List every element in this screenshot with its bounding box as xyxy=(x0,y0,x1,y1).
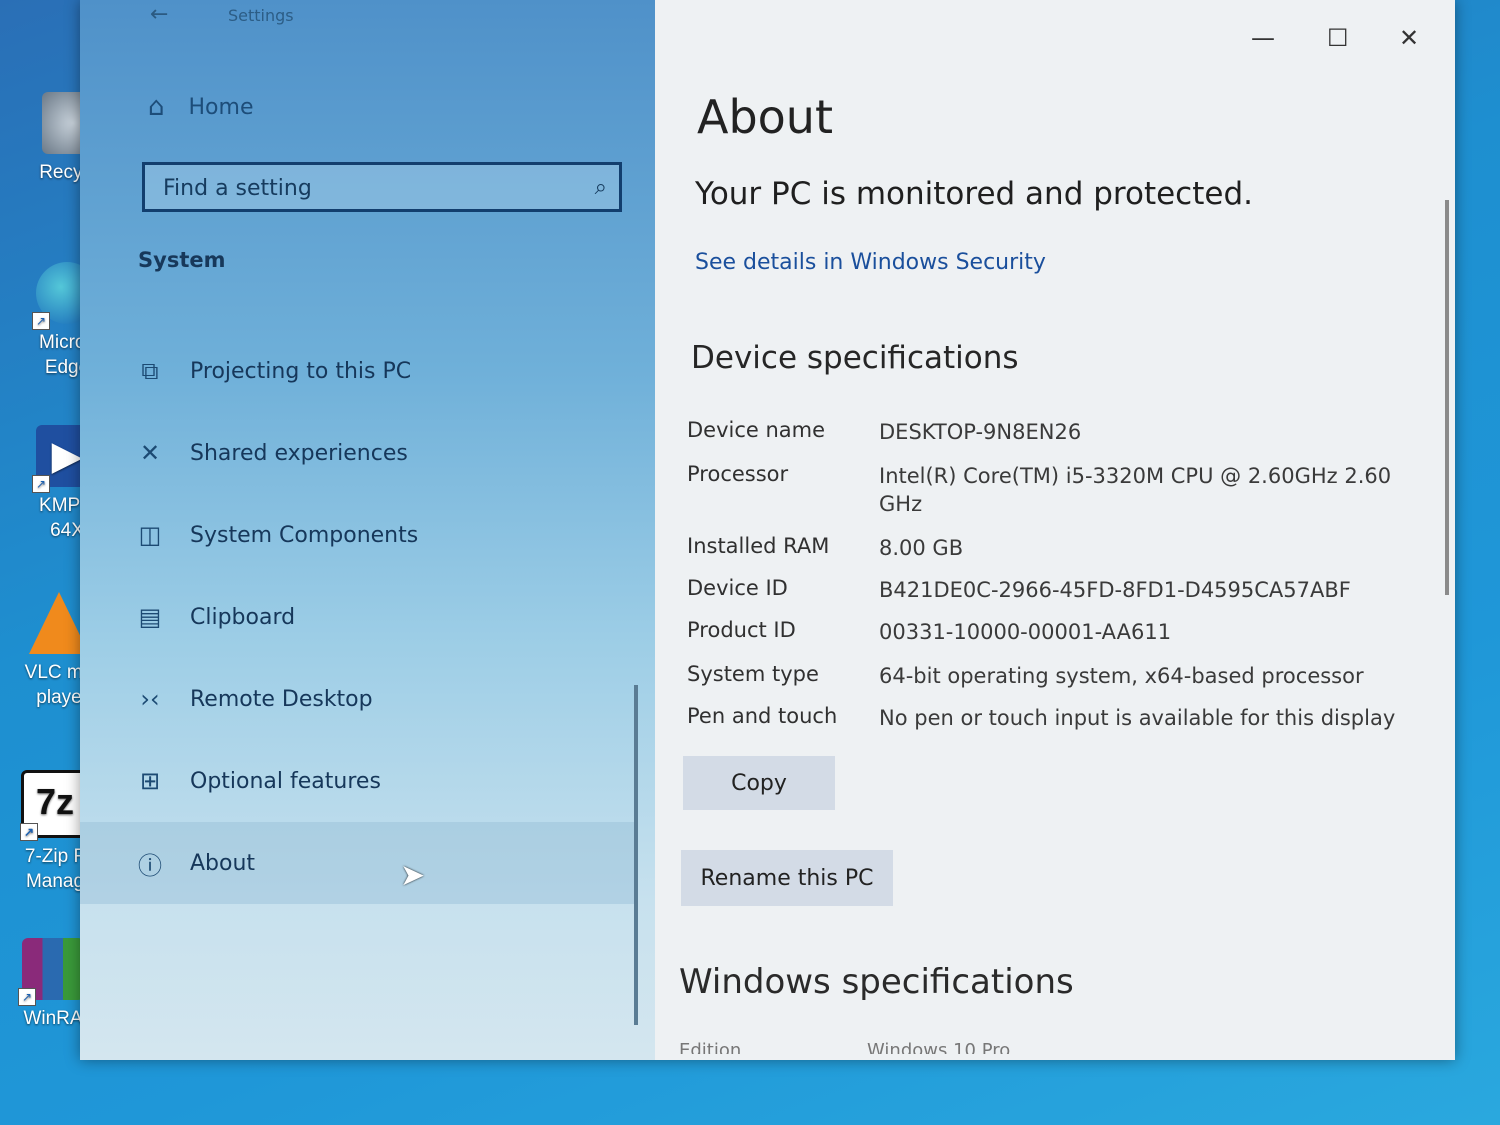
system-components-icon: ◫ xyxy=(138,521,162,549)
remote-desktop-icon: ›‹ xyxy=(140,685,160,713)
sidebar-item-label: Remote Desktop xyxy=(190,686,373,712)
spec-row-device-id: Device ID B421DE0C-2966-45FD-8FD1-D4595C… xyxy=(687,576,1427,604)
spec-row-pen-touch: Pen and touch No pen or touch input is a… xyxy=(687,704,1427,732)
search-icon[interactable]: ⌕ xyxy=(595,175,607,200)
maximize-icon[interactable]: ☐ xyxy=(1327,24,1349,52)
sidebar-item-optional-features[interactable]: ⊞ Optional features xyxy=(116,740,636,822)
page-title: About xyxy=(697,90,834,144)
sidebar-item-label: Projecting to this PC xyxy=(190,358,412,384)
sidebar-item-label: Shared experiences xyxy=(190,440,408,466)
search-input[interactable] xyxy=(145,165,565,211)
spec-key: Processor xyxy=(687,462,789,486)
main-scrollbar[interactable] xyxy=(1445,200,1449,595)
spec-row-installed-ram: Installed RAM 8.00 GB xyxy=(687,534,1427,562)
home-nav-item[interactable]: ⌂ Home xyxy=(148,92,253,122)
shortcut-arrow-icon: ↗ xyxy=(18,988,36,1006)
spec-key: System type xyxy=(687,662,819,686)
spec-key: Pen and touch xyxy=(687,704,838,728)
mouse-cursor-icon: ➤ xyxy=(400,858,426,893)
sidebar-item-system-components[interactable]: ◫ System Components xyxy=(116,494,636,576)
sidebar-item-clipboard[interactable]: ▤ Clipboard xyxy=(116,576,636,658)
spec-key: Device ID xyxy=(687,576,788,600)
rename-pc-button[interactable]: Rename this PC xyxy=(681,850,893,906)
back-arrow-icon[interactable]: ← xyxy=(150,2,168,27)
window-title: Settings xyxy=(228,6,294,25)
home-icon: ⌂ xyxy=(148,92,165,122)
spec-key: Device name xyxy=(687,418,826,442)
copy-button[interactable]: Copy xyxy=(683,756,835,810)
home-label: Home xyxy=(188,94,254,120)
section-label: System xyxy=(138,248,226,272)
sidebar-item-label: Clipboard xyxy=(190,604,296,630)
protection-status: Your PC is monitored and protected. xyxy=(695,176,1253,212)
shortcut-arrow-icon: ↗ xyxy=(32,312,50,330)
spec-value: 64-bit operating system, x64-based proce… xyxy=(879,664,1364,688)
info-icon: ⓘ xyxy=(138,851,162,880)
spec-value: B421DE0C-2966-45FD-8FD1-D4595CA57ABF xyxy=(879,578,1351,602)
sidebar-item-about[interactable]: ⓘ About xyxy=(80,822,636,904)
clipboard-icon: ▤ xyxy=(138,603,162,631)
spec-key: Installed RAM xyxy=(687,534,830,558)
sidebar-item-remote-desktop[interactable]: ›‹ Remote Desktop xyxy=(116,658,636,740)
spec-key: Edition xyxy=(679,1040,742,1054)
spec-row-system-type: System type 64-bit operating system, x64… xyxy=(687,662,1427,690)
settings-search-box[interactable]: ⌕ xyxy=(142,162,622,212)
spec-key: Product ID xyxy=(687,618,796,642)
spec-row-edition-partial: Edition Windows 10 Pro xyxy=(679,1040,1179,1054)
shortcut-arrow-icon: ↗ xyxy=(32,475,50,493)
7zip-icon: 7z ↗ xyxy=(20,770,89,841)
shortcut-arrow-icon: ↗ xyxy=(20,823,38,841)
projecting-icon: ⧉ xyxy=(141,357,159,385)
spec-value: Windows 10 Pro xyxy=(867,1040,1011,1054)
about-page: — ☐ ✕ About Your PC is monitored and pro… xyxy=(655,0,1455,1060)
sidebar-scrollbar[interactable] xyxy=(634,685,638,1025)
settings-sidebar: ← Settings ⌂ Home ⌕ System ⧉ Projecting … xyxy=(80,0,655,1060)
spec-value: DESKTOP-9N8EN26 xyxy=(879,420,1082,444)
settings-window: ← Settings ⌂ Home ⌕ System ⧉ Projecting … xyxy=(80,0,1455,1060)
sidebar-item-label: About xyxy=(190,850,256,876)
sidebar-nav: ⧉ Projecting to this PC ✕ Shared experie… xyxy=(80,330,636,904)
close-icon[interactable]: ✕ xyxy=(1399,24,1419,52)
windows-security-link[interactable]: See details in Windows Security xyxy=(695,250,1046,275)
winrar-books-icon: ↗ xyxy=(18,938,84,1006)
windows-specs-heading: Windows specifications xyxy=(679,962,1074,1002)
sidebar-item-label: System Components xyxy=(190,522,419,548)
spec-row-product-id: Product ID 00331-10000-00001-AA611 xyxy=(687,618,1427,646)
device-specs-heading: Device specifications xyxy=(691,340,1019,376)
spec-row-processor: Processor Intel(R) Core(TM) i5-3320M CPU… xyxy=(687,462,1427,518)
spec-value: Intel(R) Core(TM) i5-3320M CPU @ 2.60GHz… xyxy=(879,464,1392,516)
desktop-icon-label: WinRA xyxy=(23,1008,83,1029)
spec-value: 8.00 GB xyxy=(879,536,964,560)
spec-value: 00331-10000-00001-AA611 xyxy=(879,620,1172,644)
minimize-icon[interactable]: — xyxy=(1251,24,1275,52)
sidebar-item-projecting[interactable]: ⧉ Projecting to this PC xyxy=(116,330,636,412)
sidebar-item-shared-experiences[interactable]: ✕ Shared experiences xyxy=(116,412,636,494)
spec-row-device-name: Device name DESKTOP-9N8EN26 xyxy=(687,418,1427,446)
spec-value: No pen or touch input is available for t… xyxy=(879,706,1396,730)
optional-features-icon: ⊞ xyxy=(139,767,161,795)
shared-experiences-icon: ✕ xyxy=(139,439,161,467)
sidebar-item-label: Optional features xyxy=(190,768,381,794)
